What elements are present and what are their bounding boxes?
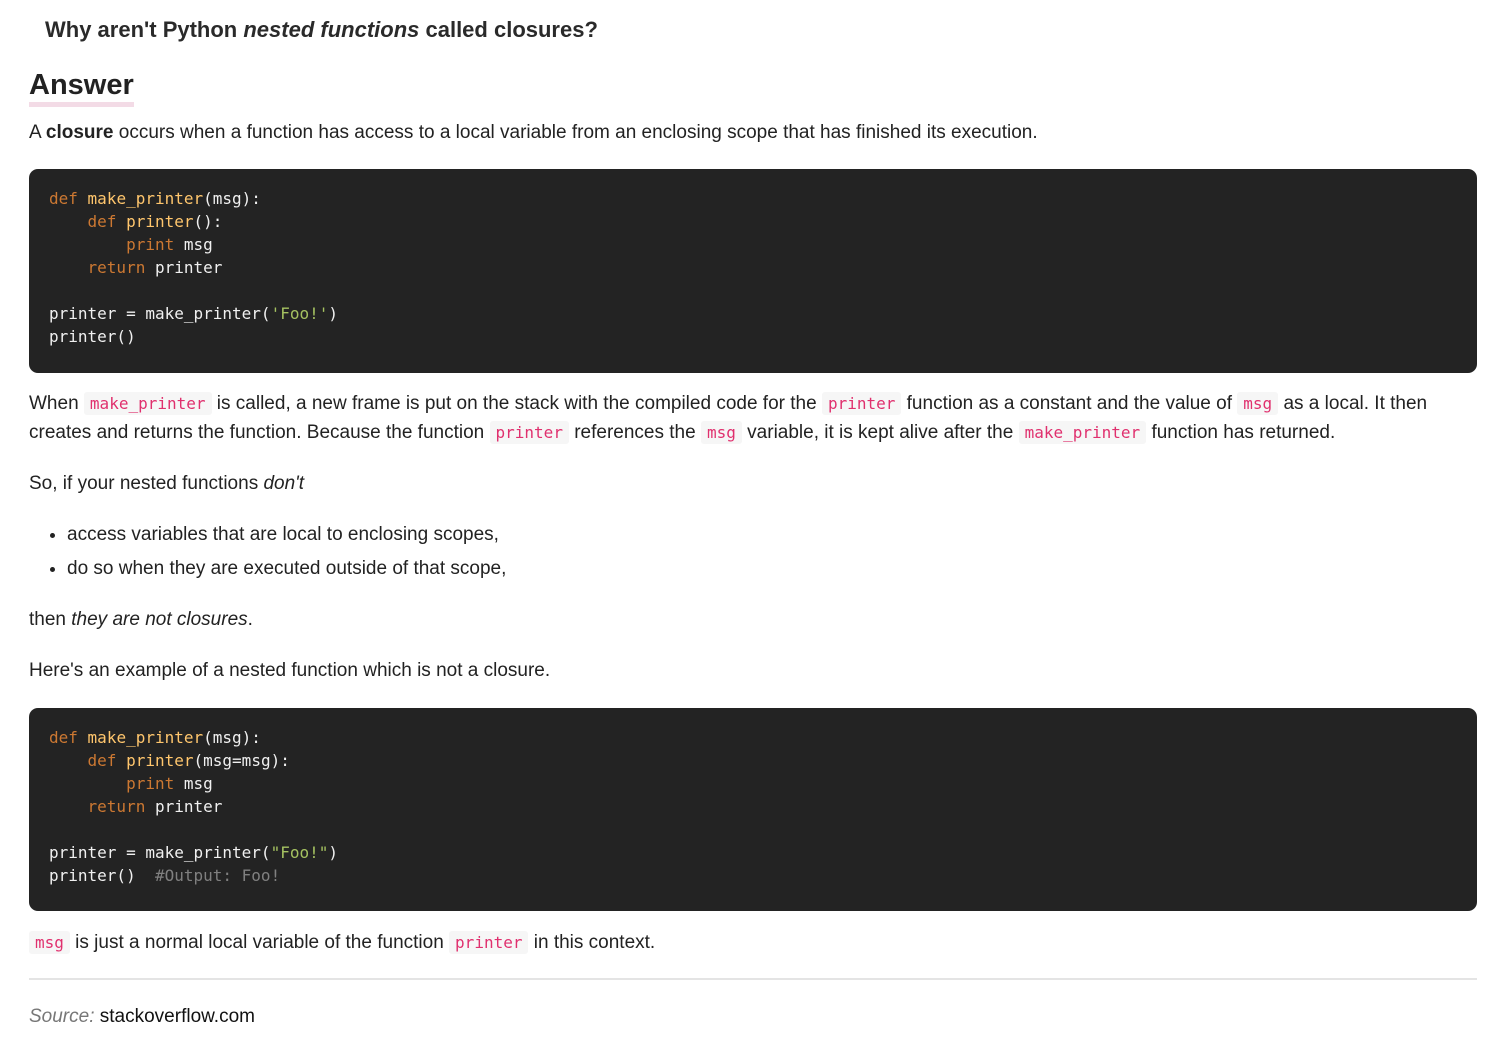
explain-text: function as a constant and the value of xyxy=(901,393,1238,414)
code-keyword: def xyxy=(87,751,117,770)
intro-text-1: A xyxy=(29,122,46,143)
final-paragraph: msg is just a normal local variable of t… xyxy=(29,928,655,957)
code-text: printer() xyxy=(49,866,155,885)
conclusion-paragraph: then they are not closures. xyxy=(29,605,253,634)
conclusion-emphasis: they are not closures xyxy=(71,609,248,630)
question-part-3: called closures? xyxy=(419,17,598,42)
code-keyword: def xyxy=(87,212,117,231)
conclusion-text: . xyxy=(247,609,253,630)
source-label: Source: xyxy=(29,1006,95,1027)
code-function-name: printer xyxy=(126,751,194,770)
code-string: 'Foo!' xyxy=(270,304,329,323)
inline-code: printer xyxy=(489,421,569,444)
inline-code: msg xyxy=(1237,392,1279,415)
code-function-name: make_printer xyxy=(87,189,204,208)
code-text: msg xyxy=(174,774,213,793)
list-item: access variables that are local to enclo… xyxy=(67,518,506,552)
code-text: printer = make_printer( xyxy=(49,843,271,862)
code-text: (msg=msg): xyxy=(193,751,290,770)
code-comment: #Output: Foo! xyxy=(154,866,281,885)
explain-text: is called, a new frame is put on the sta… xyxy=(211,393,822,414)
source-link[interactable]: stackoverflow.com xyxy=(100,1006,255,1027)
code-text: printer = make_printer( xyxy=(49,304,271,323)
code-string: "Foo!" xyxy=(270,843,329,862)
explanation-paragraph: When make_printer is called, a new frame… xyxy=(29,389,1477,447)
inline-code: make_printer xyxy=(83,392,212,415)
answer-heading: Answer xyxy=(29,68,134,107)
code-keyword: print xyxy=(126,235,175,254)
source-line: Source: stackoverflow.com xyxy=(29,1003,255,1031)
divider xyxy=(29,978,1477,980)
condition-emphasis: don't xyxy=(263,473,305,494)
explain-text: When xyxy=(29,393,84,414)
code-function-name: printer xyxy=(126,212,194,231)
inline-code: make_printer xyxy=(1018,421,1147,444)
code-block-closure[interactable]: def make_printer(msg): def printer(): pr… xyxy=(29,169,1477,373)
question-part-1: Why aren't Python xyxy=(45,17,244,42)
question-title: Why aren't Python nested functions calle… xyxy=(45,17,598,43)
code-text: (): xyxy=(193,212,223,231)
inline-code: msg xyxy=(700,421,742,444)
conclusion-text: then xyxy=(29,609,72,630)
code-text: msg xyxy=(174,235,213,254)
explain-text: references the xyxy=(568,422,701,443)
condition-paragraph: So, if your nested functions don't xyxy=(29,469,304,498)
code-text: ) xyxy=(328,843,338,862)
final-text: is just a normal local variable of the f… xyxy=(69,932,450,953)
code-text: printer xyxy=(145,258,223,277)
code-keyword: return xyxy=(87,797,146,816)
intro-paragraph: A closure occurs when a function has acc… xyxy=(29,118,1038,147)
code-function-name: make_printer xyxy=(87,728,204,747)
code-keyword: print xyxy=(126,774,175,793)
code-text: (msg): xyxy=(203,189,261,208)
final-text: in this context. xyxy=(528,932,656,953)
question-emphasis: nested functions xyxy=(243,17,420,42)
example-intro-paragraph: Here's an example of a nested function w… xyxy=(29,660,551,681)
explain-text: variable, it is kept alive after the xyxy=(741,422,1019,443)
condition-text: So, if your nested functions xyxy=(29,473,264,494)
inline-code: msg xyxy=(29,931,70,954)
condition-list: access variables that are local to enclo… xyxy=(29,518,506,586)
code-text: (msg): xyxy=(203,728,261,747)
explain-text: function has returned. xyxy=(1146,422,1336,443)
intro-bold-term: closure xyxy=(45,122,114,143)
code-text: ) xyxy=(328,304,338,323)
code-block-non-closure[interactable]: def make_printer(msg): def printer(msg=m… xyxy=(29,708,1477,911)
code-keyword: def xyxy=(49,189,78,208)
list-item: do so when they are executed outside of … xyxy=(67,552,506,586)
code-text: printer() xyxy=(49,327,136,346)
inline-code: printer xyxy=(821,392,902,415)
code-keyword: def xyxy=(49,728,78,747)
inline-code: printer xyxy=(449,931,529,954)
code-keyword: return xyxy=(87,258,146,277)
code-text: printer xyxy=(145,797,223,816)
intro-text-2: occurs when a function has access to a l… xyxy=(113,122,1038,143)
